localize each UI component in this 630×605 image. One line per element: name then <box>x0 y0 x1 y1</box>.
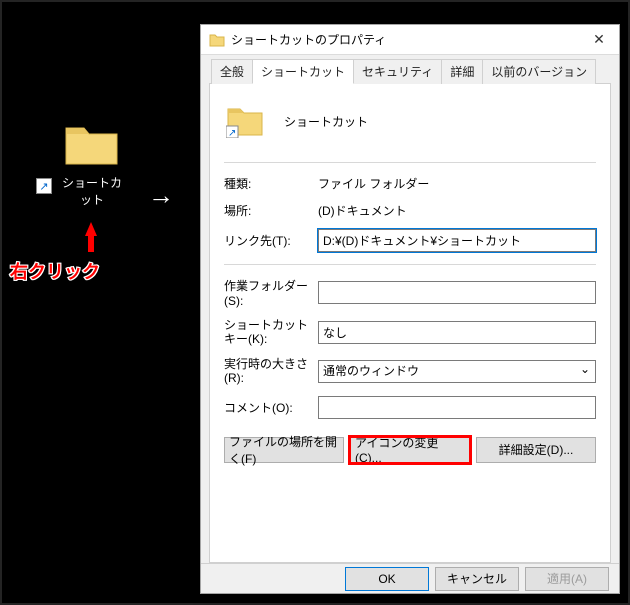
tab-details[interactable]: 詳細 <box>441 59 483 84</box>
workdir-label: 作業フォルダー(S): <box>224 277 314 308</box>
separator <box>224 162 596 163</box>
target-label: リンク先(T): <box>224 232 314 249</box>
folder-icon <box>64 122 120 168</box>
location-value: (D)ドキュメント <box>318 202 596 219</box>
annotation-arrow-right-icon: → <box>148 180 174 211</box>
desktop-shortcut-icon[interactable]: ショートカット <box>57 122 127 208</box>
workdir-input[interactable] <box>318 281 596 304</box>
type-label: 種類: <box>224 175 314 192</box>
titlebar[interactable]: ショートカットのプロパティ ✕ <box>201 25 619 55</box>
large-folder-icon: ↗ <box>226 104 264 138</box>
close-button[interactable]: ✕ <box>579 25 619 55</box>
desktop-icon-label: ショートカット <box>57 174 127 208</box>
dialog-title: ショートカットのプロパティ <box>231 31 579 48</box>
tab-content: ↗ ショートカット 種類: ファイル フォルダー 場所: (D)ドキュメント リ… <box>209 83 611 563</box>
ok-button[interactable]: OK <box>345 567 429 591</box>
cancel-button[interactable]: キャンセル <box>435 567 519 591</box>
shortcut-name: ショートカット <box>284 113 368 130</box>
type-value: ファイル フォルダー <box>318 175 596 192</box>
tab-shortcut[interactable]: ショートカット <box>252 59 354 84</box>
tab-security[interactable]: セキュリティ <box>353 59 442 84</box>
location-label: 場所: <box>224 202 314 219</box>
tab-strip: 全般 ショートカット セキュリティ 詳細 以前のバージョン <box>211 59 611 84</box>
comment-input[interactable] <box>318 396 596 419</box>
dialog-footer: OK キャンセル 適用(A) <box>201 563 619 593</box>
properties-dialog: ショートカットのプロパティ ✕ 全般 ショートカット セキュリティ 詳細 以前の… <box>200 24 620 594</box>
advanced-button[interactable]: 詳細設定(D)... <box>476 437 596 463</box>
run-select[interactable]: 通常のウィンドウ <box>318 360 596 383</box>
svg-text:↗: ↗ <box>228 128 236 138</box>
titlebar-folder-icon <box>209 32 225 48</box>
change-icon-button[interactable]: アイコンの変更(C)... <box>350 437 470 463</box>
shortcut-overlay-icon: ↗ <box>36 178 52 194</box>
target-input[interactable] <box>318 229 596 252</box>
apply-button[interactable]: 適用(A) <box>525 567 609 591</box>
run-label: 実行時の大きさ(R): <box>224 357 314 386</box>
annotation-arrow-stem <box>88 234 94 252</box>
comment-label: コメント(O): <box>224 399 314 416</box>
open-file-location-button[interactable]: ファイルの場所を開く(F) <box>224 437 344 463</box>
tab-previous-versions[interactable]: 以前のバージョン <box>482 59 596 84</box>
shortcutkey-label: ショートカット キー(K): <box>224 318 314 347</box>
annotation-right-click: 右クリック <box>10 258 100 284</box>
shortcutkey-input[interactable] <box>318 321 596 344</box>
separator <box>224 264 596 265</box>
tab-general[interactable]: 全般 <box>211 59 253 84</box>
